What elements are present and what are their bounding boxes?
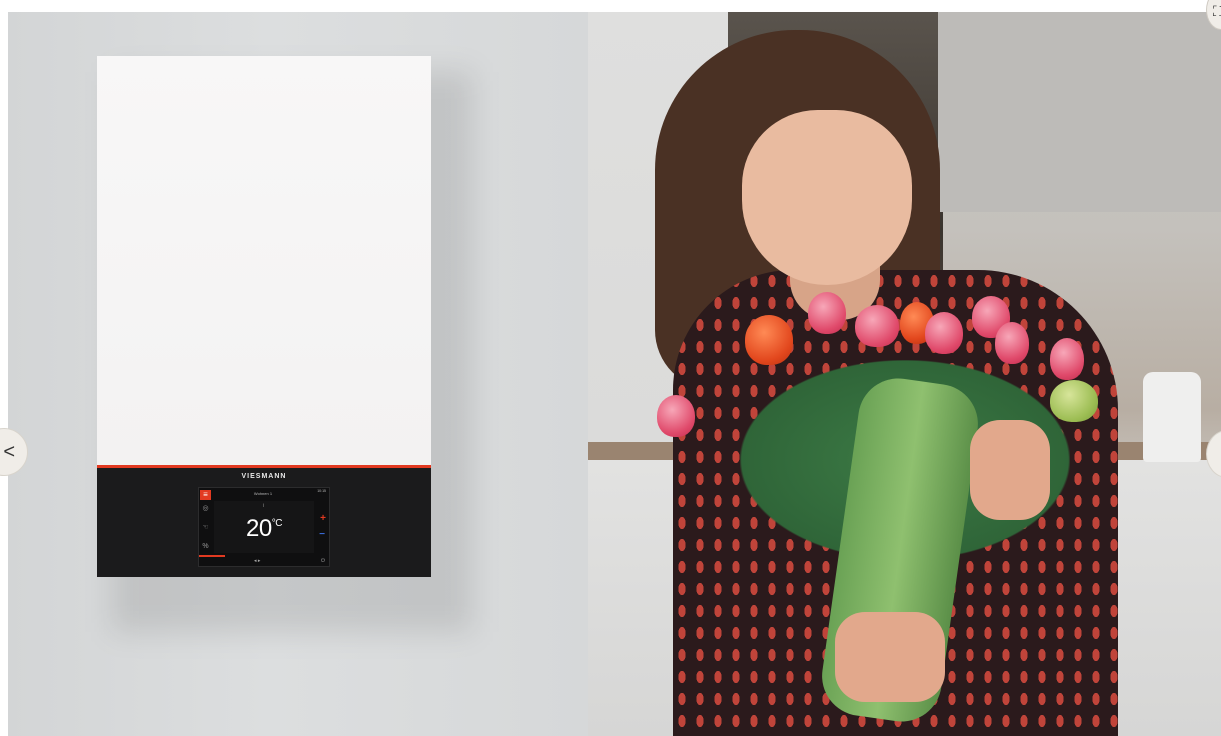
- arrow-icons: ◂ ▸: [254, 558, 261, 564]
- zone-label: Wohnen 1: [253, 491, 273, 496]
- display-footer: ◂ ▸ ⏻: [199, 556, 329, 566]
- tulip-flower: [808, 292, 846, 334]
- boiler-accent-line: [97, 465, 431, 468]
- temperature-readout: 20°C: [246, 515, 282, 543]
- woman-hand: [835, 612, 945, 702]
- percent-icon: %: [202, 543, 209, 550]
- menu-icon: ≡: [200, 490, 211, 500]
- tulip-flower: [855, 305, 899, 347]
- info-indicator: i: [263, 503, 265, 509]
- plus-icon: +: [320, 513, 326, 524]
- tulip-flower: [995, 322, 1029, 364]
- time-readout: 10:15: [317, 489, 326, 493]
- cabinet-background: [938, 12, 1221, 212]
- wall-boiler: VIESMANN ≡ ◎ ☜ % Wohnen 1 10:15 i 20°C +…: [97, 56, 431, 577]
- temperature-value: 20: [246, 515, 272, 542]
- settings-icon: ◎: [202, 505, 209, 512]
- woman-face: [742, 110, 912, 285]
- boiler-front-cover: [97, 56, 431, 465]
- boiler-display: ≡ ◎ ☜ % Wohnen 1 10:15 i 20°C + − ◂ ▸ ⏻: [198, 487, 330, 567]
- temperature-area: i 20°C: [214, 501, 314, 553]
- tulip-flower: [1050, 380, 1098, 422]
- woman-hand: [970, 420, 1050, 520]
- tulip-flower: [925, 312, 963, 354]
- temperature-unit: °C: [271, 518, 283, 529]
- tulip-flower: [657, 395, 695, 437]
- kettle: [1143, 372, 1201, 462]
- hand-icon: ☜: [202, 524, 209, 531]
- tulip-flower: [745, 315, 793, 365]
- minus-icon: −: [319, 529, 325, 540]
- boiler-brand-logo: VIESMANN: [241, 473, 287, 480]
- tulip-flower: [1050, 338, 1084, 380]
- boiler-image-panel: VIESMANN ≡ ◎ ☜ % Wohnen 1 10:15 i 20°C +…: [8, 12, 588, 736]
- power-icon: ⏻: [321, 558, 325, 564]
